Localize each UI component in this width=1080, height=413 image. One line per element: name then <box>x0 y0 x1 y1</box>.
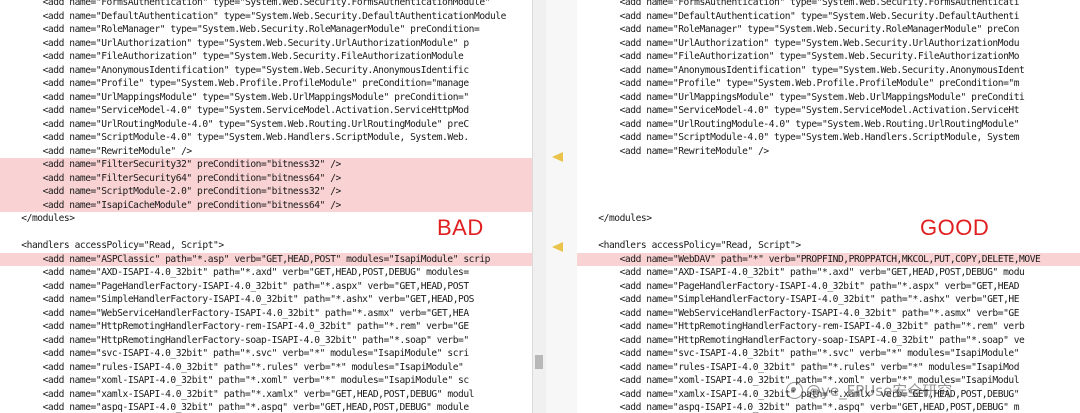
code-line: <add name="aspq-ISAPI-4.0_32bit" path="*… <box>0 402 470 413</box>
diff-code-line: <add name="WebDAV" path="*" verb="PROPFI… <box>577 252 1080 266</box>
diff-gutter <box>546 0 577 413</box>
left-code-lines: <add name="FormsAuthentication" type="Sy… <box>0 0 532 413</box>
left-pane-scrollbar-thumb[interactable] <box>535 355 543 369</box>
code-line: <add name="aspq-ISAPI-4.0_32bit" path="*… <box>577 402 1020 413</box>
code-line: <add name="UrlAuthorization" type="Syste… <box>577 37 1020 49</box>
code-line: <add name="AXD-ISAPI-4.0_32bit" path="*.… <box>577 267 1025 278</box>
code-line: <add name="UrlMappingsModule" type="Syst… <box>577 91 1025 103</box>
code-line: <add name="Profile" type="System.Web.Pro… <box>577 78 1020 89</box>
code-line: <add name="xoml-ISAPI-4.0_32bit" path="*… <box>0 375 470 386</box>
code-line: <add name="FileAuthorization" type="Syst… <box>0 51 464 62</box>
watermark: @ye_FPUse安全研究 <box>786 380 952 401</box>
code-line: <add name="FormsAuthentication" type="Sy… <box>577 0 1020 8</box>
code-line: <add name="HttpRemotingHandlerFactory-re… <box>577 321 1025 332</box>
code-line: <add name="RoleManager" type="System.Web… <box>0 24 480 35</box>
code-line: <add name="RoleManager" type="System.Web… <box>577 24 1020 35</box>
watermark-logo-icon <box>786 382 803 399</box>
right-diff-pane[interactable]: <add name="FormsAuthentication" type="Sy… <box>577 0 1080 413</box>
code-line: <add name="DefaultAuthentication" type="… <box>0 10 507 22</box>
code-line: <add name="RewriteModule" /> <box>577 145 770 157</box>
code-line: <add name="ScriptModule-4.0" type="Syste… <box>0 132 470 143</box>
left-arrow-icon[interactable] <box>552 152 563 162</box>
code-line: </modules> <box>577 213 652 224</box>
code-line: <add name="ServiceModel-4.0" type="Syste… <box>577 105 1020 116</box>
code-line: <add name="FormsAuthentication" type="Sy… <box>0 0 491 8</box>
left-arrow-icon[interactable] <box>552 242 563 252</box>
code-line: <add name="SimpleHandlerFactory-ISAPI-4.… <box>577 294 1020 305</box>
code-line: <add name="HttpRemotingHandlerFactory-re… <box>0 321 470 332</box>
code-line: <add name="ServiceModel-4.0" type="Syste… <box>0 105 470 116</box>
code-line: <add name="PageHandlerFactory-ISAPI-4.0_… <box>0 280 470 292</box>
diff-code-line: <add name="FilterSecurity64" preConditio… <box>0 171 532 185</box>
code-line: <add name="ScriptModule-4.0" type="Syste… <box>577 132 1020 143</box>
code-line: <handlers accessPolicy="Read, Script"> <box>0 240 224 251</box>
code-line: <add name="UrlAuthorization" type="Syste… <box>0 37 470 49</box>
code-line: <add name="rules-ISAPI-4.0_32bit" path="… <box>577 361 1020 373</box>
code-line: <add name="xamlx-ISAPI-4.0_32bit" path="… <box>0 388 475 400</box>
diff-code-line: <add name="ScriptModule-2.0" preConditio… <box>0 185 532 199</box>
code-line: <add name="svc-ISAPI-4.0_32bit" path="*.… <box>577 348 1020 359</box>
code-line: <add name="HttpRemotingHandlerFactory-so… <box>0 334 470 346</box>
watermark-text: @ye_FPUse安全研究 <box>806 382 953 400</box>
code-line: <add name="AnonymousIdentification" type… <box>577 64 1025 76</box>
good-annotation: GOOD <box>920 215 990 240</box>
right-code-lines: <add name="FormsAuthentication" type="Sy… <box>577 0 1080 413</box>
diff-code-line: <add name="ASPClassic" path="*.asp" verb… <box>0 252 532 266</box>
diff-code-line: <add name="FilterSecurity32" preConditio… <box>0 158 532 172</box>
code-line: <add name="WebServiceHandlerFactory-ISAP… <box>577 307 1020 319</box>
code-line: <add name="UrlRoutingModule-4.0" type="S… <box>0 118 470 130</box>
code-line: <add name="RewriteModule" /> <box>0 145 193 157</box>
left-pane-scrollbar[interactable] <box>532 0 547 413</box>
code-line: <add name="rules-ISAPI-4.0_32bit" path="… <box>0 361 464 373</box>
code-line: <add name="AnonymousIdentification" type… <box>0 64 470 76</box>
code-line: <add name="SimpleHandlerFactory-ISAPI-4.… <box>0 294 475 305</box>
code-line: <add name="UrlMappingsModule" type="Syst… <box>0 91 470 103</box>
code-line: <add name="UrlRoutingModule-4.0" type="S… <box>577 118 1020 130</box>
code-line: <add name="Profile" type="System.Web.Pro… <box>0 78 470 89</box>
code-line: <add name="HttpRemotingHandlerFactory-so… <box>577 334 1025 346</box>
left-diff-pane[interactable]: <add name="FormsAuthentication" type="Sy… <box>0 0 532 413</box>
code-line: <add name="svc-ISAPI-4.0_32bit" path="*.… <box>0 348 470 359</box>
code-line: <add name="AXD-ISAPI-4.0_32bit" path="*.… <box>0 267 470 278</box>
diff-code-line: <add name="IsapiCacheModule" preConditio… <box>0 198 532 212</box>
code-line: <add name="PageHandlerFactory-ISAPI-4.0_… <box>577 280 1020 292</box>
bad-annotation: BAD <box>437 215 484 240</box>
code-line: <add name="FileAuthorization" type="Syst… <box>577 51 1020 62</box>
code-line: <add name="WebServiceHandlerFactory-ISAP… <box>0 307 470 319</box>
code-line: <add name="DefaultAuthentication" type="… <box>577 10 1020 22</box>
code-line: <handlers accessPolicy="Read, Script"> <box>577 240 801 251</box>
